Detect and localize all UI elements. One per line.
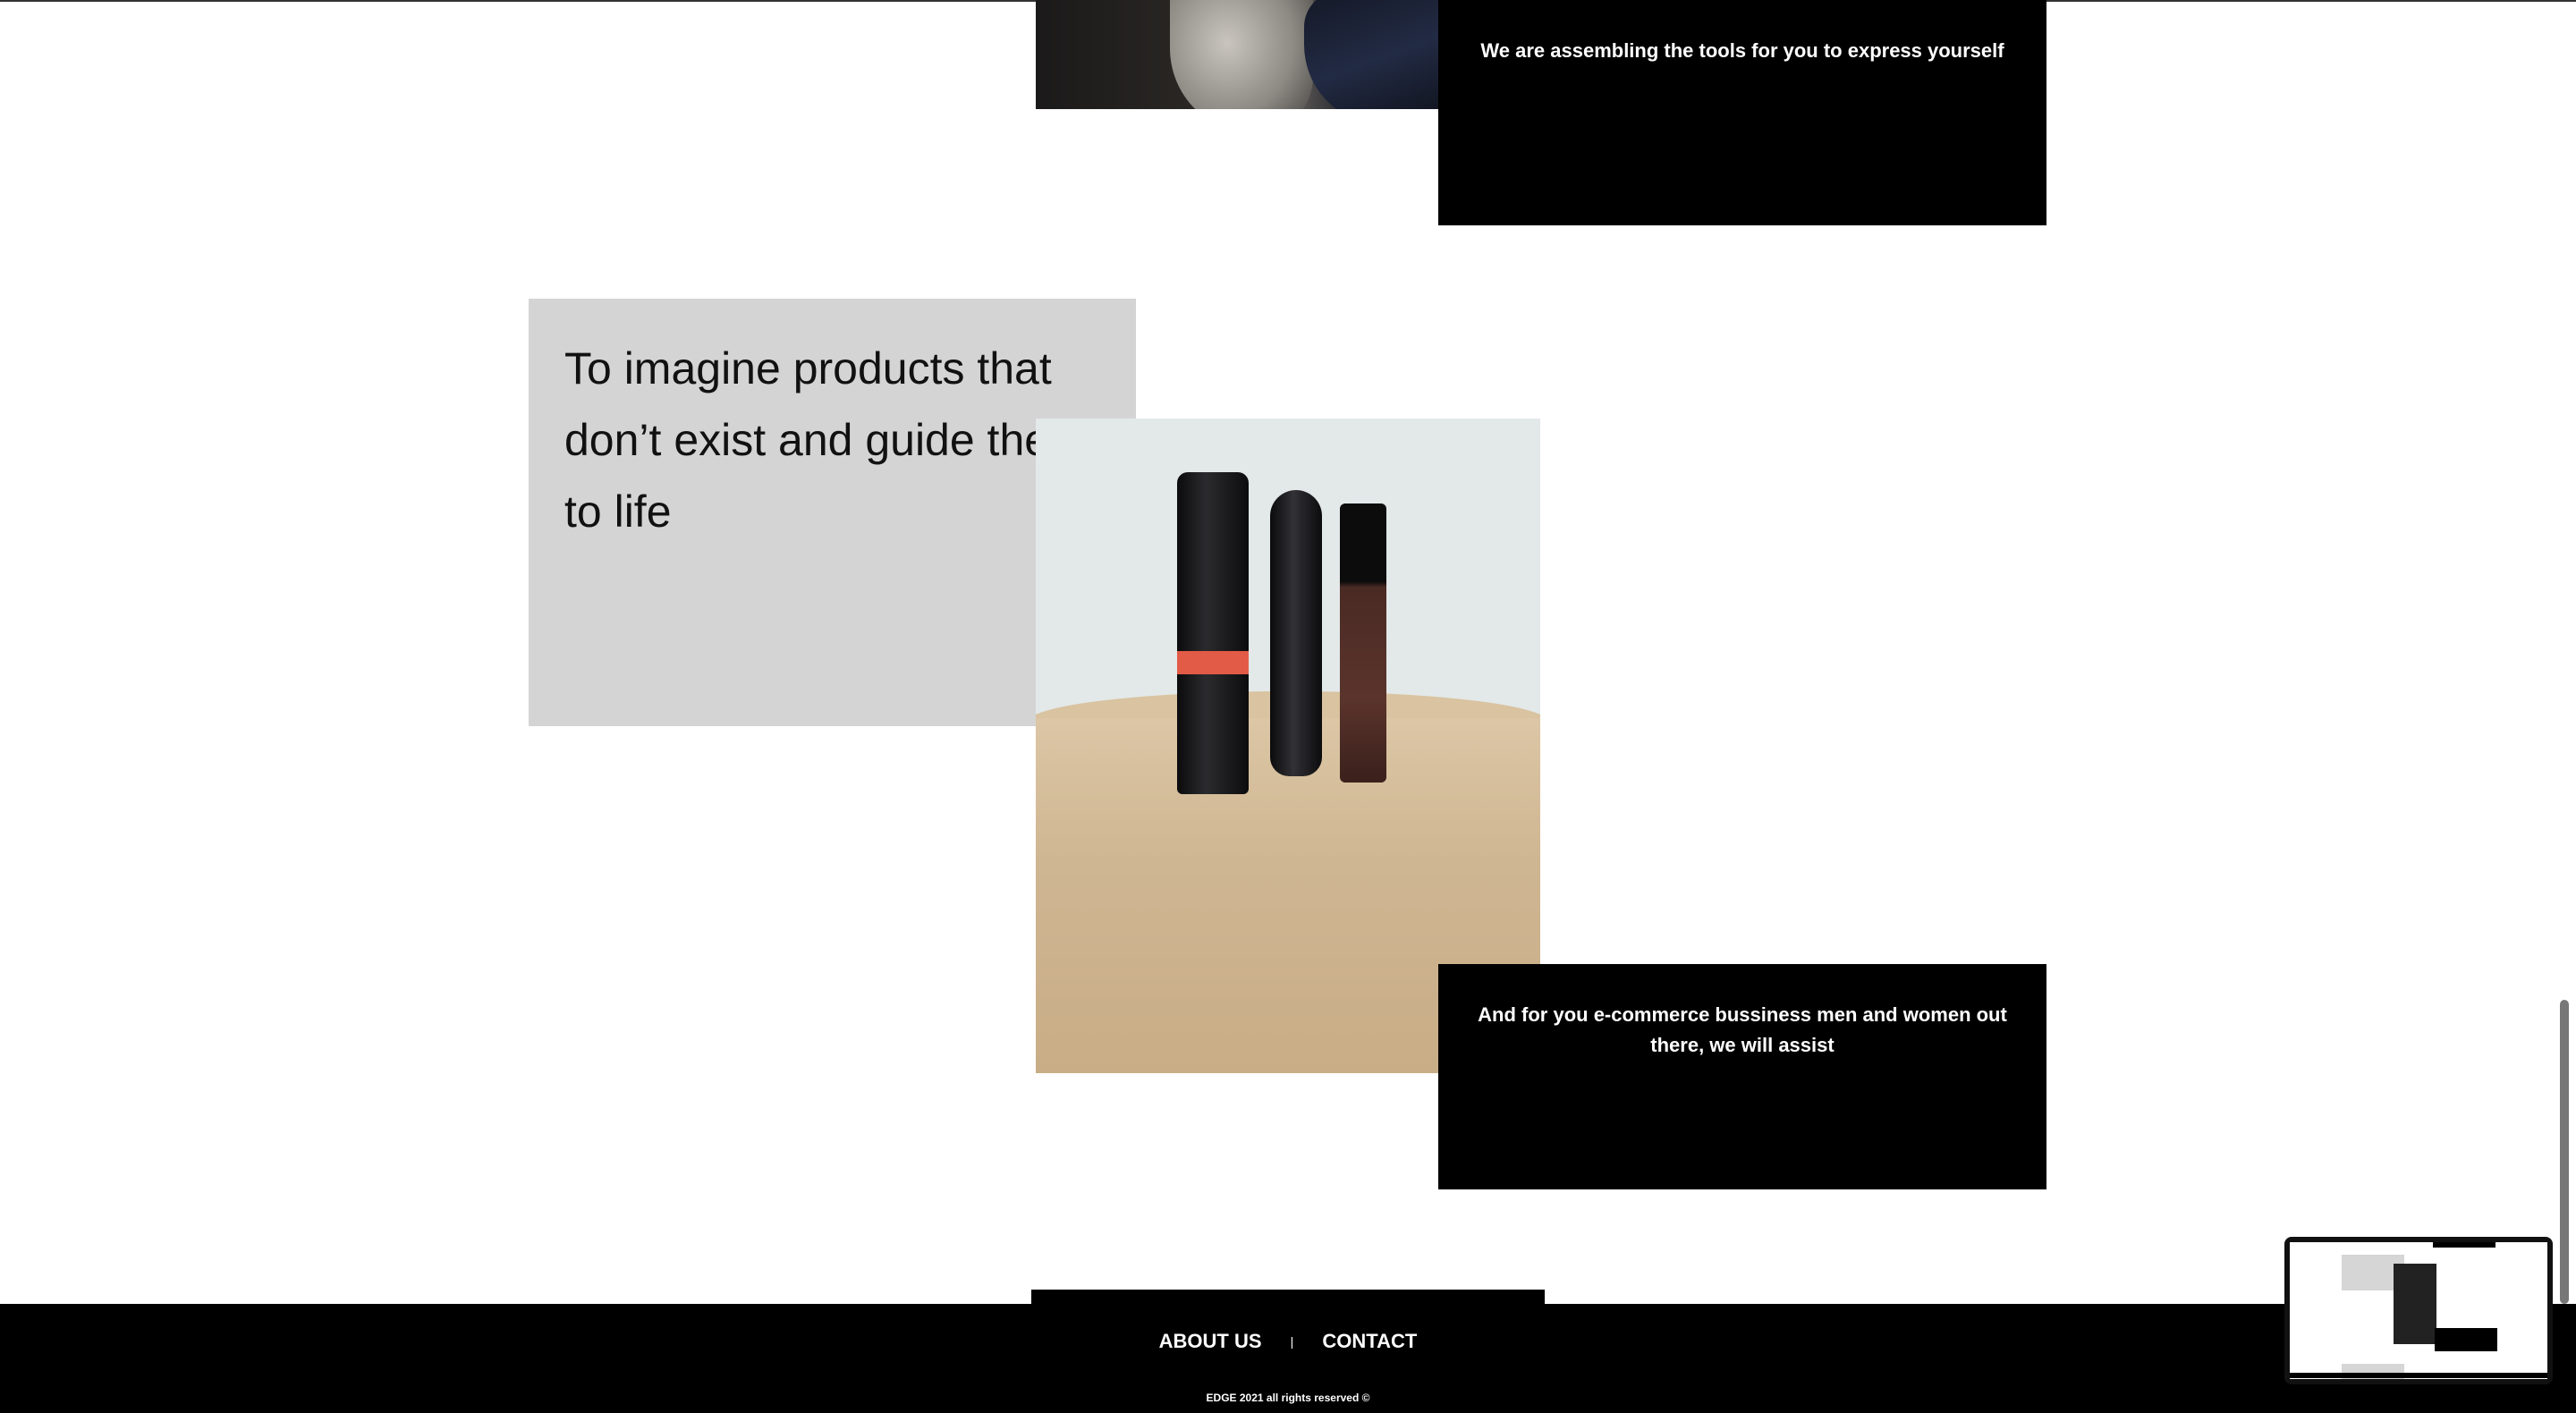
photo-shape-dark (1304, 0, 1438, 109)
scrollbar-thumb[interactable] (2560, 1000, 2569, 1304)
photo-shape-light (1170, 0, 1313, 109)
footer-link-about[interactable]: ABOUT US (1159, 1330, 1262, 1353)
preview-block (2290, 1373, 2547, 1378)
footer-nav: ABOUT US | CONTACT (0, 1329, 2576, 1353)
hero-photo (1036, 0, 1438, 109)
preview-screen (2290, 1242, 2547, 1379)
tools-statement-box: We are assembling the tools for you to e… (1438, 0, 2046, 225)
page-preview-thumbnail[interactable] (2284, 1237, 2553, 1384)
product-tube (1177, 472, 1249, 794)
ecommerce-statement-box: And for you e-commerce bussiness men and… (1438, 964, 2046, 1189)
footer: ABOUT US | CONTACT EDGE 2021 all rights … (0, 1304, 2576, 1413)
tube-band (1177, 651, 1249, 674)
footer-link-contact[interactable]: CONTACT (1322, 1330, 1417, 1353)
footer-tab (1031, 1290, 1545, 1304)
ecommerce-statement-text: And for you e-commerce bussiness men and… (1478, 1003, 2007, 1056)
preview-block (2394, 1264, 2436, 1344)
product-mascara (1270, 490, 1322, 776)
preview-block (2435, 1328, 2497, 1351)
copyright-text: EDGE 2021 all rights reserved © (1206, 1392, 1370, 1404)
preview-block (2433, 1242, 2496, 1248)
tools-statement-text: We are assembling the tools for you to e… (1480, 39, 2004, 62)
footer-separator: | (1290, 1334, 1294, 1350)
product-gloss (1340, 503, 1386, 783)
headline-text: To imagine products that don’t exist and… (564, 343, 1087, 537)
